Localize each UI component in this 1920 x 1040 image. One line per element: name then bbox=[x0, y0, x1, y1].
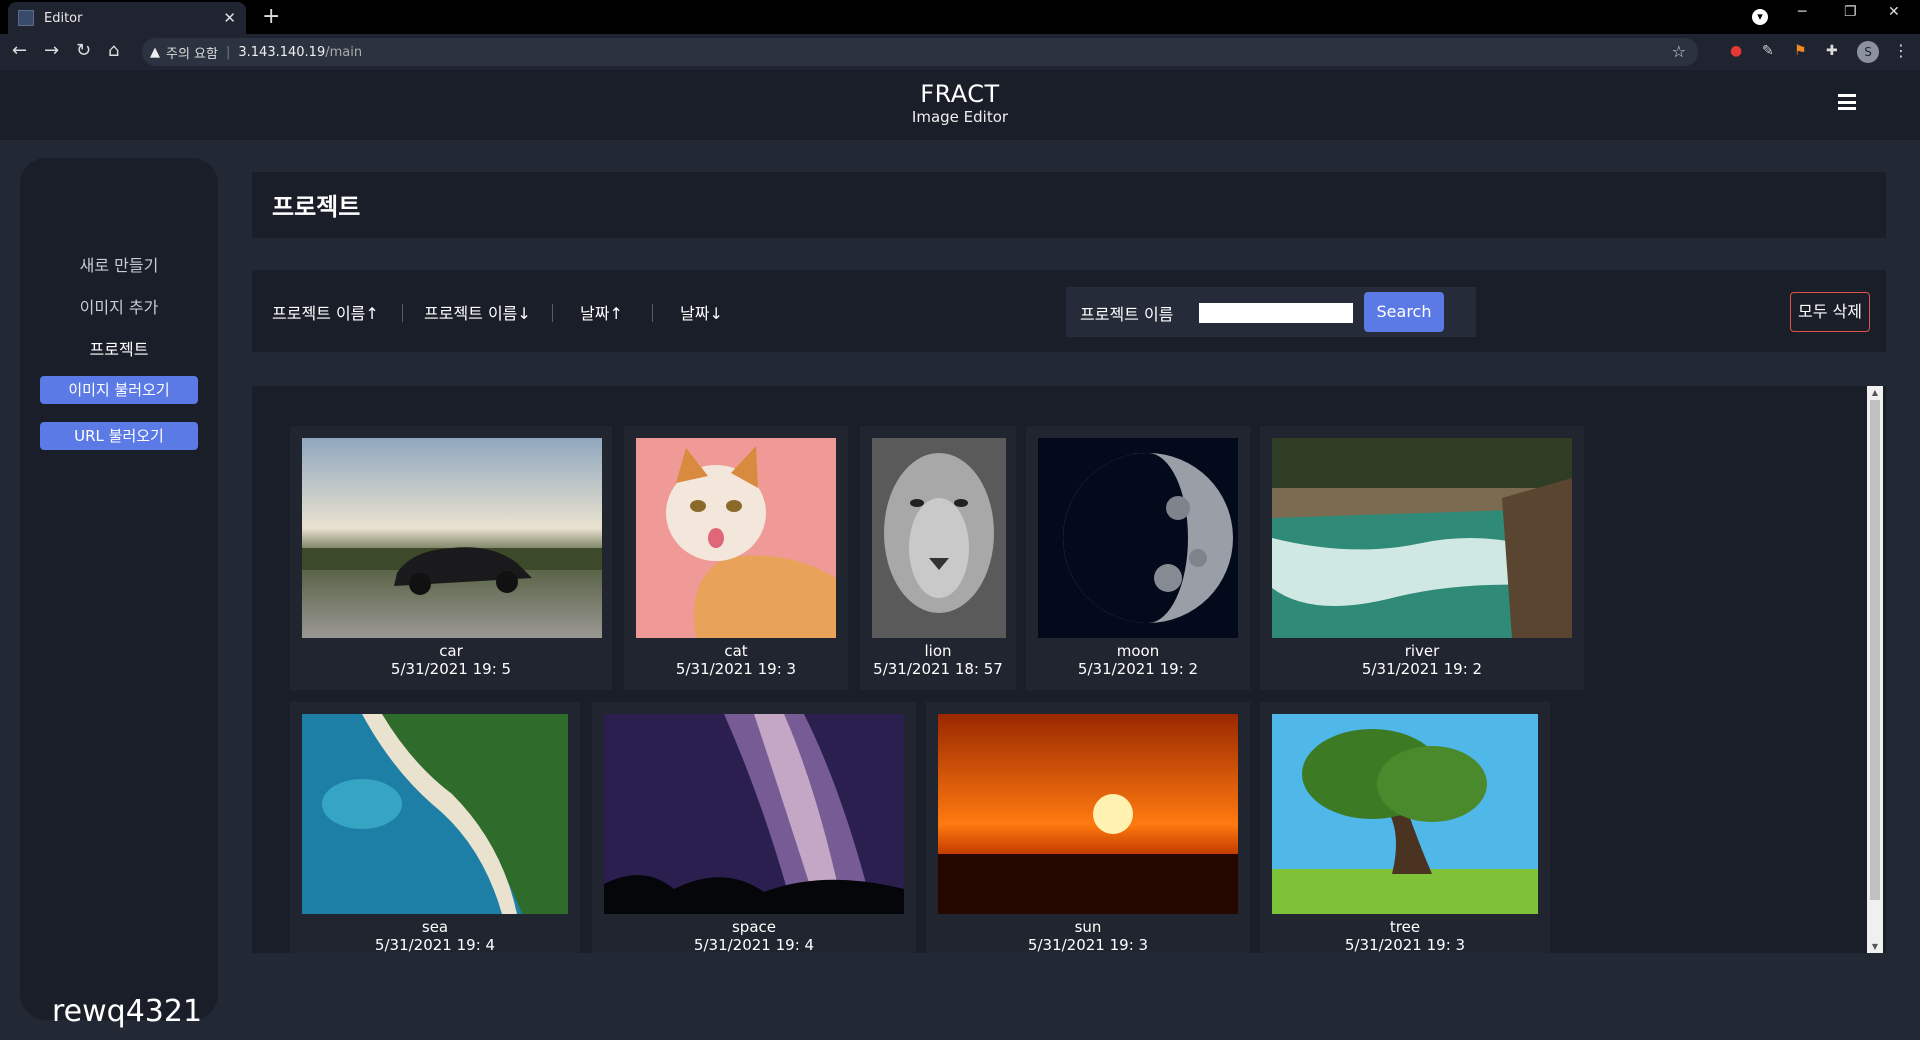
project-name: moon bbox=[1116, 642, 1160, 660]
project-thumbnail[interactable] bbox=[302, 438, 602, 638]
project-name: sea bbox=[421, 918, 449, 936]
page-title: 프로젝트 bbox=[272, 193, 361, 221]
project-name: car bbox=[439, 642, 463, 660]
project-name: tree bbox=[1389, 918, 1421, 936]
username: rewq4321 bbox=[52, 994, 203, 1029]
project-thumbnail[interactable] bbox=[604, 714, 904, 914]
project-date: 5/31/2021 18: 57 bbox=[873, 660, 1003, 678]
minimize-icon[interactable]: ─ bbox=[1798, 4, 1806, 20]
forward-icon[interactable]: → bbox=[44, 40, 59, 61]
delete-all-button[interactable]: 모두 삭제 bbox=[1790, 292, 1870, 332]
home-icon[interactable]: ⌂ bbox=[108, 40, 119, 61]
brand-logo: FRACT Image Editor bbox=[860, 80, 1060, 126]
close-tab-icon[interactable]: ✕ bbox=[223, 9, 236, 27]
scroll-down-icon[interactable]: ▼ bbox=[1867, 942, 1883, 951]
project-date: 5/31/2021 19: 3 bbox=[1344, 936, 1466, 953]
sort-date-asc[interactable]: 날짜↑ bbox=[580, 300, 623, 324]
project-date: 5/31/2021 19: 2 bbox=[1361, 660, 1483, 678]
project-card-moon[interactable]: moon 5/31/2021 19: 2 bbox=[1026, 426, 1250, 690]
project-date: 5/31/2021 19: 4 bbox=[693, 936, 815, 953]
sort-divider bbox=[652, 304, 653, 322]
address-host: 3.143.140.19 bbox=[238, 44, 326, 60]
project-date: 5/31/2021 19: 3 bbox=[675, 660, 797, 678]
project-thumbnail[interactable] bbox=[872, 438, 1006, 638]
address-separator: | bbox=[225, 44, 231, 60]
project-card-sun[interactable]: sun 5/31/2021 19: 3 bbox=[926, 702, 1250, 953]
download-indicator-icon[interactable]: ▾ bbox=[1752, 9, 1768, 25]
profile-avatar[interactable]: S bbox=[1857, 41, 1879, 63]
search-button[interactable]: Search bbox=[1364, 292, 1444, 332]
search-box: 프로젝트 이름 Search bbox=[1066, 287, 1476, 337]
project-thumbnail[interactable] bbox=[1272, 714, 1538, 914]
project-card-tree[interactable]: tree 5/31/2021 19: 3 bbox=[1260, 702, 1550, 953]
sort-divider bbox=[402, 304, 403, 322]
favicon-icon bbox=[18, 10, 34, 26]
project-card-car[interactable]: car 5/31/2021 19: 5 bbox=[290, 426, 612, 690]
extension-flag-icon[interactable]: ⚑ bbox=[1794, 43, 1807, 59]
security-warning-text: 주의 요함 bbox=[166, 46, 218, 62]
project-card-sea[interactable]: sea 5/31/2021 19: 4 bbox=[290, 702, 580, 953]
project-thumbnail[interactable] bbox=[1272, 438, 1572, 638]
tab-title: Editor bbox=[44, 10, 83, 26]
project-card-cat[interactable]: cat 5/31/2021 19: 3 bbox=[624, 426, 848, 690]
project-thumbnail[interactable] bbox=[302, 714, 568, 914]
scroll-up-icon[interactable]: ▲ bbox=[1867, 388, 1883, 397]
sort-name-asc[interactable]: 프로젝트 이름↑ bbox=[272, 300, 379, 324]
warning-icon: ▲ bbox=[150, 44, 160, 60]
project-thumbnail[interactable] bbox=[636, 438, 836, 638]
brand-title: FRACT bbox=[920, 80, 1000, 108]
hamburger-menu-icon[interactable] bbox=[1838, 94, 1856, 110]
scroll-thumb[interactable] bbox=[1870, 400, 1880, 900]
search-input[interactable] bbox=[1199, 303, 1353, 323]
project-name: lion bbox=[924, 642, 952, 660]
reload-icon[interactable]: ↻ bbox=[76, 40, 91, 61]
extension-pen-icon[interactable]: ✎ bbox=[1762, 43, 1774, 59]
app-header: FRACT Image Editor bbox=[0, 70, 1920, 140]
load-url-button[interactable]: URL 불러오기 bbox=[40, 422, 198, 450]
sidebar: 새로 만들기 이미지 추가 프로젝트 이미지 불러오기 URL 불러오기 bbox=[20, 158, 218, 1020]
project-name: cat bbox=[724, 642, 748, 660]
browser-toolbar: ← → ↻ ⌂ ▲ 주의 요함 | 3.143.140.19 /main ☆ ●… bbox=[0, 34, 1920, 70]
brand-subtitle: Image Editor bbox=[911, 108, 1009, 126]
project-name: sun bbox=[1074, 918, 1102, 936]
extensions-puzzle-icon[interactable]: ✚ bbox=[1826, 43, 1838, 59]
filter-bar: 프로젝트 이름↑ 프로젝트 이름↓ 날짜↑ 날짜↓ 프로젝트 이름 Search… bbox=[252, 270, 1886, 352]
sort-date-desc[interactable]: 날짜↓ bbox=[680, 300, 723, 324]
load-image-button[interactable]: 이미지 불러오기 bbox=[40, 376, 198, 404]
search-label: 프로젝트 이름 bbox=[1080, 305, 1174, 324]
project-date: 5/31/2021 19: 5 bbox=[390, 660, 512, 678]
project-card-space[interactable]: space 5/31/2021 19: 4 bbox=[592, 702, 916, 953]
page-title-bar: 프로젝트 bbox=[252, 172, 1886, 238]
project-name: river bbox=[1404, 642, 1440, 660]
sidebar-item-new[interactable]: 새로 만들기 bbox=[20, 252, 218, 276]
close-window-icon[interactable]: ✕ bbox=[1888, 4, 1900, 20]
sort-divider bbox=[552, 304, 553, 322]
project-card-river[interactable]: river 5/31/2021 19: 2 bbox=[1260, 426, 1584, 690]
project-date: 5/31/2021 19: 4 bbox=[374, 936, 496, 953]
project-date: 5/31/2021 19: 2 bbox=[1077, 660, 1199, 678]
project-date: 5/31/2021 19: 3 bbox=[1027, 936, 1149, 953]
browser-tab[interactable]: Editor ✕ bbox=[8, 2, 246, 34]
browser-tabbar: Editor ✕ + ▾ ─ ❐ ✕ bbox=[0, 0, 1920, 34]
project-gallery: car 5/31/2021 19: 5 cat 5/31/2021 19: 3 bbox=[252, 386, 1886, 953]
gallery-scrollbar[interactable]: ▲ ▼ bbox=[1867, 386, 1883, 953]
project-thumbnail[interactable] bbox=[1038, 438, 1238, 638]
sidebar-item-projects[interactable]: 프로젝트 bbox=[20, 336, 218, 360]
new-tab-icon[interactable]: + bbox=[262, 4, 280, 29]
sort-name-desc[interactable]: 프로젝트 이름↓ bbox=[424, 300, 531, 324]
restore-icon[interactable]: ❐ bbox=[1844, 4, 1857, 20]
bookmark-star-icon[interactable]: ☆ bbox=[1672, 42, 1686, 61]
project-thumbnail[interactable] bbox=[938, 714, 1238, 914]
project-name: space bbox=[731, 918, 776, 936]
extension-shield-icon[interactable]: ● bbox=[1730, 43, 1742, 59]
address-bar[interactable]: ▲ 주의 요함 | 3.143.140.19 /main ☆ bbox=[142, 38, 1698, 66]
back-icon[interactable]: ← bbox=[12, 40, 27, 61]
address-path: /main bbox=[325, 44, 363, 60]
browser-menu-icon[interactable]: ⋮ bbox=[1893, 41, 1909, 60]
project-card-lion[interactable]: lion 5/31/2021 18: 57 bbox=[860, 426, 1016, 690]
sidebar-item-add-image[interactable]: 이미지 추가 bbox=[20, 294, 218, 318]
